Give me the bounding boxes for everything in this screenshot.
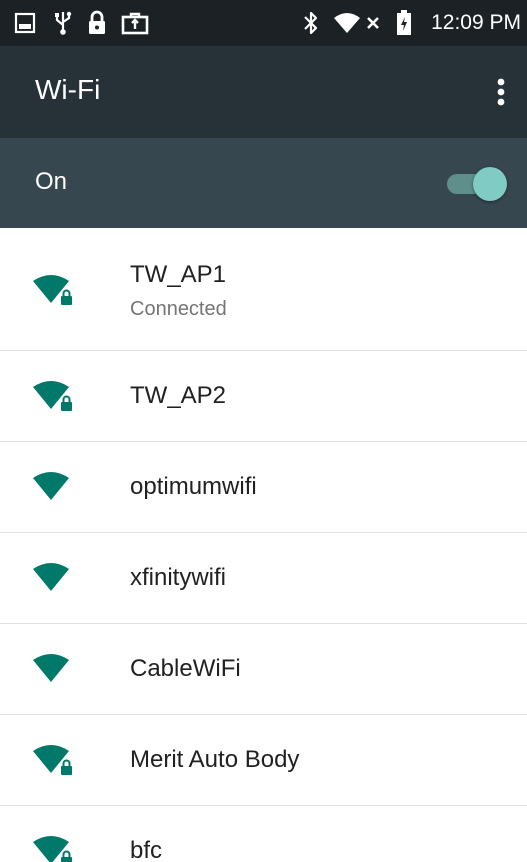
wifi-icon <box>33 654 69 682</box>
network-list: TW_AP1 Connected TW_AP2 optimumwifi xfin… <box>0 228 527 862</box>
network-item-bfc[interactable]: bfc <box>0 806 527 862</box>
network-ssid: TW_AP1 <box>130 261 227 288</box>
network-ssid: TW_AP2 <box>130 382 227 409</box>
network-item-tw-ap1[interactable]: TW_AP1 Connected <box>0 228 527 351</box>
wifi-locked-icon <box>33 745 72 775</box>
lock-icon <box>61 759 72 775</box>
switch-label: On <box>35 168 68 195</box>
page-title: Wi-Fi <box>35 74 101 105</box>
network-ssid: CableWiFi <box>130 655 241 682</box>
wifi-locked-icon <box>33 836 72 862</box>
wifi-icon <box>33 563 69 591</box>
wifi-icon <box>33 472 69 500</box>
bluetooth-icon <box>299 9 323 37</box>
usb-icon <box>50 9 76 37</box>
wifi-switch-bar[interactable]: On <box>0 138 527 228</box>
lock-icon <box>61 850 72 862</box>
network-item-merit-auto-body[interactable]: Merit Auto Body <box>0 715 527 806</box>
lock-icon <box>82 9 112 37</box>
network-ssid: xfinitywifi <box>130 564 227 591</box>
network-item-tw-ap2[interactable]: TW_AP2 <box>0 351 527 442</box>
wifi-locked-icon <box>33 275 72 305</box>
status-time: 12:09 PM <box>431 11 521 34</box>
wifi-toggle[interactable] <box>445 164 507 202</box>
network-item-optimumwifi[interactable]: optimumwifi <box>0 442 527 533</box>
network-ssid: bfc <box>130 837 163 862</box>
wifi-settings-screen: 12:09 PM Wi-Fi On TW_AP1 Connected TW_AP… <box>0 0 527 862</box>
network-item-xfinitywifi[interactable]: xfinitywifi <box>0 533 527 624</box>
lock-icon <box>61 289 72 305</box>
more-vert-icon[interactable] <box>491 74 511 110</box>
network-ssid: optimumwifi <box>130 473 257 500</box>
gallery-icon <box>12 9 38 37</box>
wifi-locked-icon <box>33 381 72 411</box>
status-bar: 12:09 PM <box>0 0 527 46</box>
briefcase-icon <box>117 9 153 37</box>
toggle-thumb <box>473 167 507 201</box>
signal-off-icon <box>362 9 384 37</box>
battery-charging-icon <box>391 9 417 37</box>
network-status: Connected <box>130 298 227 320</box>
wifi-icon <box>332 9 362 37</box>
lock-icon <box>61 395 72 411</box>
app-bar: Wi-Fi <box>0 46 527 138</box>
network-item-cablewifi[interactable]: CableWiFi <box>0 624 527 715</box>
network-ssid: Merit Auto Body <box>130 746 300 773</box>
